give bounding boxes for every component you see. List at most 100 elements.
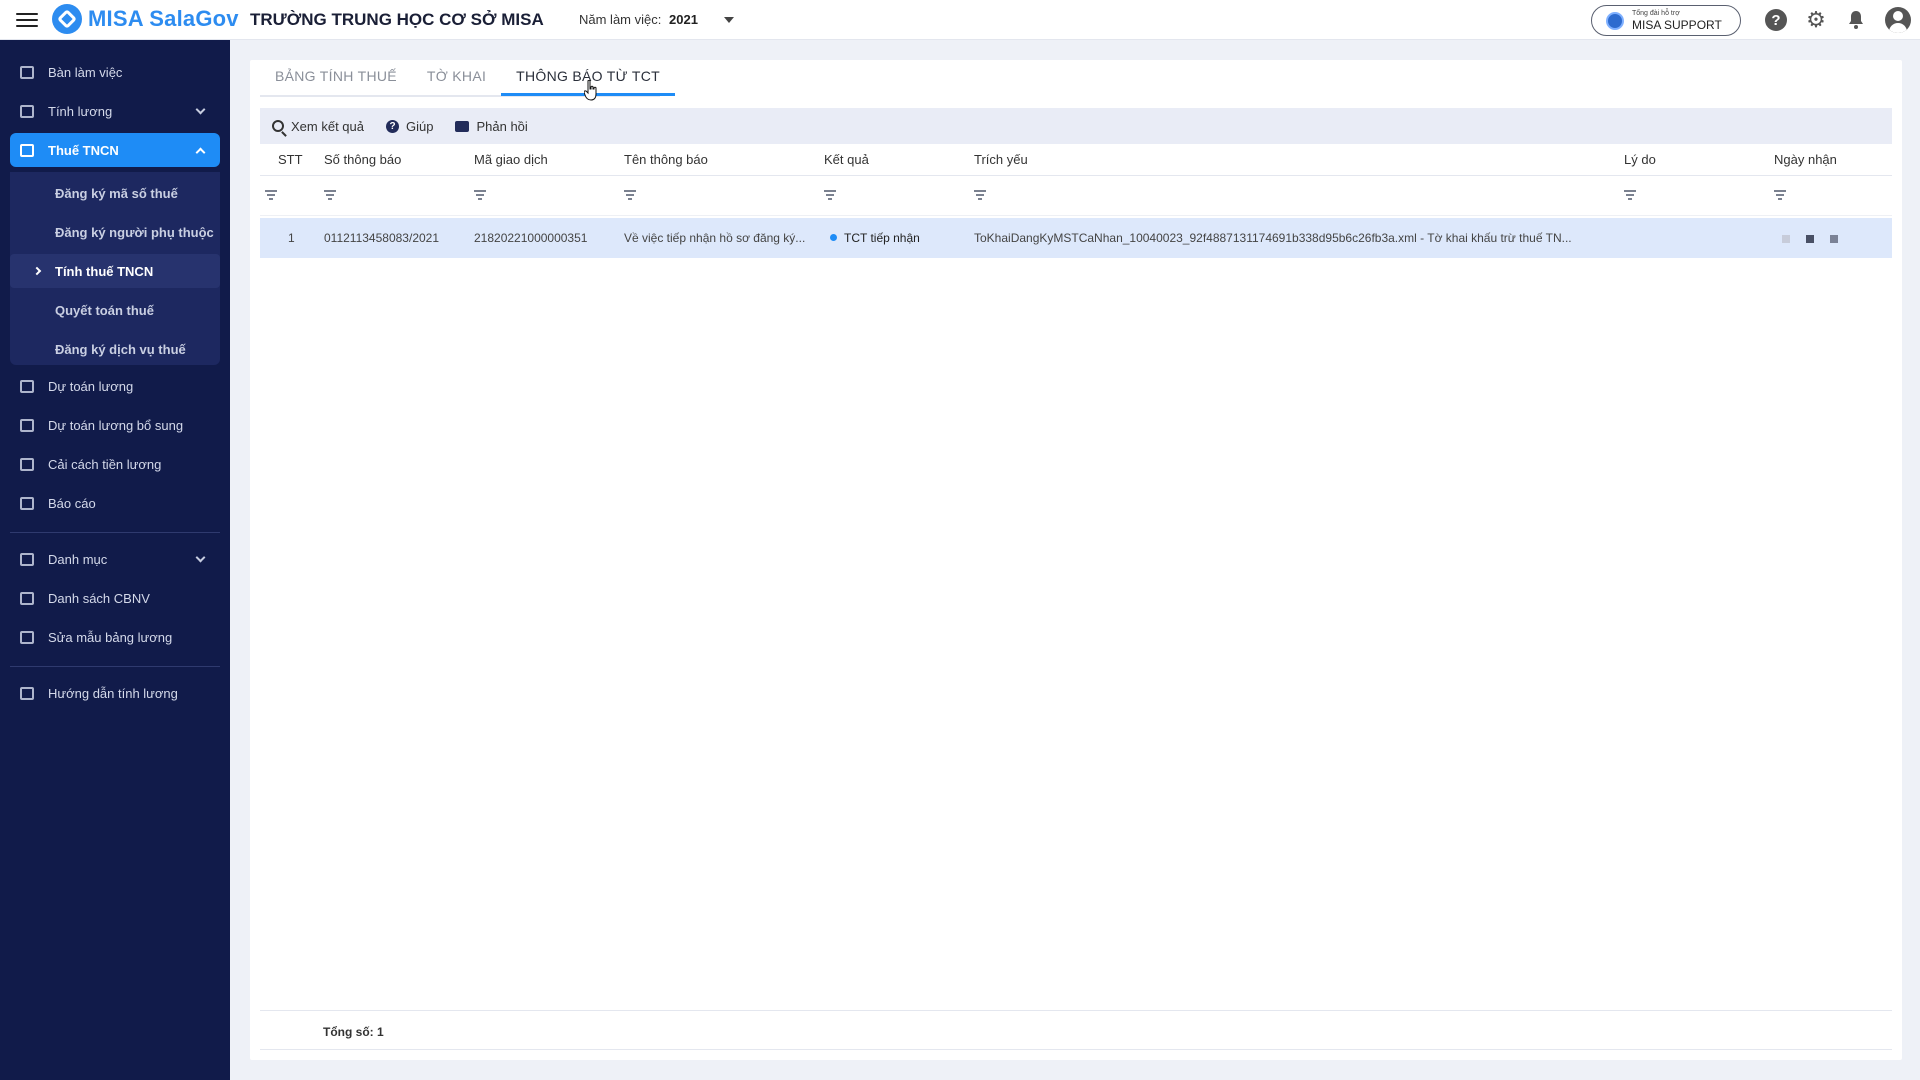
menu-icon[interactable] bbox=[16, 9, 38, 31]
sidebar-item-label: Hướng dẫn tính lương bbox=[48, 685, 178, 701]
sidebar-item-label: Dự toán lương bổ sung bbox=[48, 417, 184, 433]
feedback-label: Phản hồi bbox=[476, 118, 528, 134]
row-action-icon[interactable] bbox=[1830, 235, 1838, 243]
column-header-reason[interactable]: Lý do bbox=[1624, 152, 1656, 167]
sidebar-item-label: Bàn làm việc bbox=[48, 64, 123, 80]
table-footer: Tổng số: 1 bbox=[260, 1010, 1892, 1050]
row-action-icon[interactable] bbox=[1782, 235, 1790, 243]
result-text: TCT tiếp nhận bbox=[844, 231, 920, 245]
subnav-item-tax-settlement[interactable]: Quyết toán thuế bbox=[10, 293, 220, 327]
total-count: Tổng số: 1 bbox=[323, 1025, 384, 1039]
support-caption: Tổng đài hỗ trợ bbox=[1632, 10, 1680, 17]
cell-summary: ToKhaiDangKyMSTCaNhan_10040023_92f488713… bbox=[974, 231, 1572, 245]
cell-transaction-code: 21820221000000351 bbox=[474, 231, 588, 245]
subnav-item-register-dependents[interactable]: Đăng ký người phụ thuộc bbox=[10, 215, 220, 249]
year-value[interactable]: 2021 bbox=[669, 12, 698, 27]
bell-icon[interactable] bbox=[1845, 9, 1867, 31]
user-avatar-icon[interactable] bbox=[1885, 7, 1911, 33]
sidebar-item-tax[interactable]: Thuế TNCN bbox=[10, 133, 220, 167]
help-icon[interactable]: ? bbox=[1765, 9, 1787, 31]
organization-name: TRƯỜNG TRUNG HỌC CƠ SỞ MISA bbox=[250, 10, 544, 29]
row-action-icon[interactable] bbox=[1806, 235, 1814, 243]
search-icon bbox=[272, 120, 284, 132]
year-label: Năm làm việc: bbox=[579, 12, 662, 27]
sidebar-item-reports[interactable]: Báo cáo bbox=[10, 486, 220, 520]
sidebar-item-label: Danh mục bbox=[48, 551, 108, 567]
sidebar-item-catalog[interactable]: Danh mục bbox=[10, 542, 220, 576]
list-icon bbox=[20, 552, 34, 566]
sidebar-item-guide[interactable]: Hướng dẫn tính lương bbox=[10, 676, 220, 710]
tab-declarations[interactable]: TỜ KHAI bbox=[412, 60, 501, 96]
cell-notice-number: 0112113458083/2021 bbox=[324, 231, 440, 245]
sidebar-item-label: Cải cách tiền lương bbox=[48, 456, 162, 472]
subnav-item-register-tax-code[interactable]: Đăng ký mã số thuế bbox=[10, 176, 220, 210]
table-row[interactable]: 1 0112113458083/2021 21820221000000351 V… bbox=[260, 218, 1892, 258]
cell-notice-name: Về việc tiếp nhận hồ sơ đăng ký... bbox=[624, 231, 806, 245]
filter-icon[interactable] bbox=[1774, 190, 1786, 200]
gear-icon[interactable]: ⚙ bbox=[1805, 7, 1827, 32]
estimate-extra-icon bbox=[20, 418, 34, 432]
app-brand: MISA SalaGov bbox=[88, 6, 239, 31]
sidebar-item-label: Danh sách CBNV bbox=[48, 590, 150, 606]
view-results-button[interactable]: Xem kết quả bbox=[272, 119, 364, 134]
help-button[interactable]: ? Giúp bbox=[386, 119, 433, 134]
feedback-button[interactable]: Phản hồi bbox=[455, 118, 528, 134]
sidebar-item-staff-list[interactable]: Danh sách CBNV bbox=[10, 581, 220, 615]
column-header-stt[interactable]: STT bbox=[278, 152, 303, 167]
filter-icon[interactable] bbox=[974, 190, 986, 200]
sidebar-item-edit-template[interactable]: Sửa mẫu bảng lương bbox=[10, 620, 220, 654]
payroll-icon bbox=[20, 104, 34, 118]
subnav-item-calc-tax[interactable]: Tính thuế TNCN bbox=[10, 254, 220, 288]
tab-bar: BẢNG TÍNH THUẾ TỜ KHAI THÔNG BÁO TỪ TCT bbox=[260, 60, 675, 96]
chevron-down-icon[interactable] bbox=[724, 17, 734, 23]
phone-icon bbox=[1606, 11, 1624, 30]
filter-icon[interactable] bbox=[265, 190, 277, 200]
filter-icon[interactable] bbox=[824, 190, 836, 200]
subnav-item-register-tax-service[interactable]: Đăng ký dịch vụ thuế bbox=[10, 332, 220, 366]
report-icon bbox=[20, 496, 34, 510]
filter-icon[interactable] bbox=[474, 190, 486, 200]
sidebar-item-dashboard[interactable]: Bàn làm việc bbox=[10, 55, 220, 89]
filter-icon[interactable] bbox=[1624, 190, 1636, 200]
logo-icon bbox=[52, 4, 82, 34]
sidebar-divider bbox=[10, 532, 220, 533]
toolbar: Xem kết quả ? Giúp Phản hồi bbox=[260, 108, 1892, 144]
guide-icon bbox=[20, 686, 34, 700]
template-icon bbox=[20, 630, 34, 644]
tax-submenu: Đăng ký mã số thuế Đăng ký người phụ thu… bbox=[10, 172, 220, 365]
staff-icon bbox=[20, 591, 34, 605]
app-logo[interactable]: MISA SalaGov bbox=[52, 4, 239, 34]
filter-icon[interactable] bbox=[624, 190, 636, 200]
sidebar-item-label: Sửa mẫu bảng lương bbox=[48, 629, 173, 645]
chevron-right-icon bbox=[32, 266, 42, 276]
notice-table: STT Số thông báo Mã giao dịch Tên thông … bbox=[260, 144, 1892, 258]
mouse-pointer-icon bbox=[584, 80, 597, 101]
support-button[interactable]: Tổng đài hỗ trợ MISA SUPPORT bbox=[1591, 5, 1741, 36]
sidebar-divider bbox=[10, 666, 220, 667]
sidebar-item-label: Thuế TNCN bbox=[48, 142, 119, 158]
row-actions bbox=[1782, 235, 1838, 243]
top-bar: MISA SalaGov TRƯỜNG TRUNG HỌC CƠ SỞ MISA… bbox=[0, 0, 1920, 40]
filter-icon[interactable] bbox=[324, 190, 336, 200]
filter-row bbox=[260, 176, 1892, 216]
column-header-notice-number[interactable]: Số thông báo bbox=[324, 152, 401, 167]
tab-tax-table[interactable]: BẢNG TÍNH THUẾ bbox=[260, 60, 412, 96]
chevron-up-icon bbox=[195, 147, 206, 158]
sidebar-item-salary-estimate-extra[interactable]: Dự toán lương bổ sung bbox=[10, 408, 220, 442]
subnav-item-label: Tính thuế TNCN bbox=[55, 263, 154, 279]
column-header-notice-name[interactable]: Tên thông báo bbox=[624, 152, 708, 167]
help-label: Giúp bbox=[406, 118, 434, 134]
sidebar-item-label: Tính lương bbox=[48, 103, 113, 119]
status-dot-icon bbox=[830, 234, 837, 241]
help-circle-icon: ? bbox=[386, 119, 399, 133]
column-header-received-date[interactable]: Ngày nhận bbox=[1774, 152, 1837, 167]
column-header-result[interactable]: Kết quả bbox=[824, 152, 869, 167]
sidebar-item-salary-reform[interactable]: Cải cách tiền lương bbox=[10, 447, 220, 481]
sidebar-item-salary-estimate[interactable]: Dự toán lương bbox=[10, 369, 220, 403]
column-header-transaction-code[interactable]: Mã giao dịch bbox=[474, 152, 548, 167]
sidebar: Bàn làm việc Tính lương Thuế TNCN Đăng k… bbox=[0, 40, 230, 1080]
chevron-down-icon bbox=[195, 104, 206, 115]
column-header-summary[interactable]: Trích yếu bbox=[974, 152, 1028, 167]
sidebar-item-label: Dự toán lương bbox=[48, 378, 134, 394]
sidebar-item-payroll[interactable]: Tính lương bbox=[10, 94, 220, 128]
